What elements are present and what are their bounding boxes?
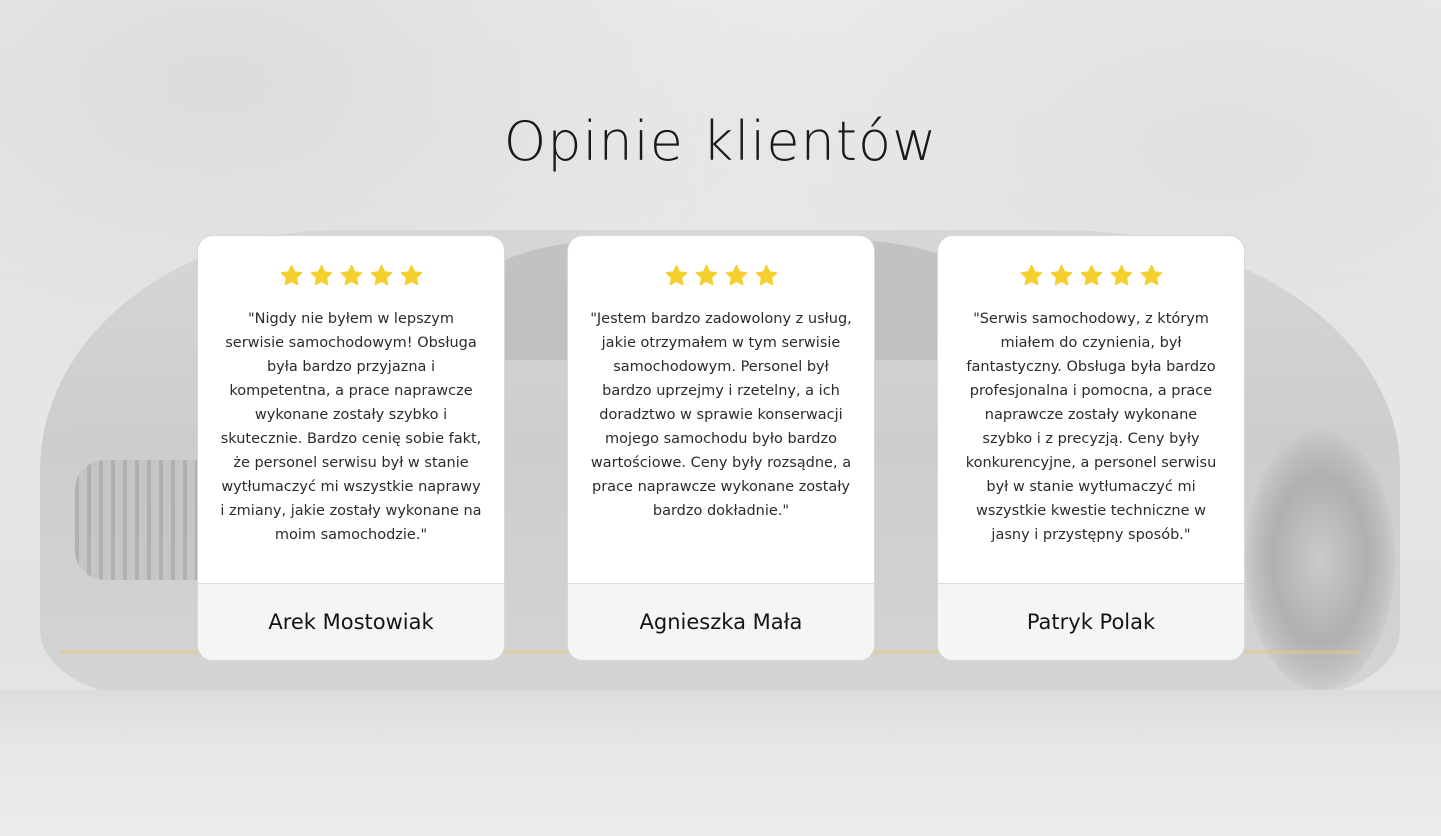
star-icon	[1080, 264, 1102, 286]
testimonial-author: Patryk Polak	[938, 583, 1244, 660]
star-icon	[755, 264, 777, 286]
star-icon	[1140, 264, 1162, 286]
testimonials-section: Opinie klientów "Nigdy nie byłem w lepsz…	[0, 0, 1441, 836]
star-icon	[340, 264, 362, 286]
testimonial-text: "Jestem bardzo zadowolony z usług, jakie…	[590, 311, 852, 519]
star-icon	[370, 264, 392, 286]
testimonial-text: "Serwis samochodowy, z którym miałem do …	[965, 311, 1217, 543]
star-icon	[310, 264, 332, 286]
testimonial-author: Agnieszka Mała	[568, 583, 874, 660]
star-icon	[400, 264, 422, 286]
star-rating	[198, 264, 504, 288]
star-rating	[938, 264, 1244, 288]
testimonial-card: "Jestem bardzo zadowolony z usług, jakie…	[567, 235, 875, 661]
star-icon	[725, 264, 747, 286]
star-rating	[568, 264, 874, 288]
star-icon	[1110, 264, 1132, 286]
testimonial-text: "Nigdy nie byłem w lepszym serwisie samo…	[220, 311, 482, 543]
star-icon	[1020, 264, 1042, 286]
section-title: Opinie klientów	[503, 110, 938, 173]
testimonial-author: Arek Mostowiak	[198, 583, 504, 660]
testimonial-card: "Serwis samochodowy, z którym miałem do …	[937, 235, 1245, 661]
road-surface	[0, 690, 1441, 836]
star-icon	[1050, 264, 1072, 286]
star-icon	[695, 264, 717, 286]
testimonial-card: "Nigdy nie byłem w lepszym serwisie samo…	[197, 235, 505, 661]
star-icon	[665, 264, 687, 286]
star-icon	[280, 264, 302, 286]
